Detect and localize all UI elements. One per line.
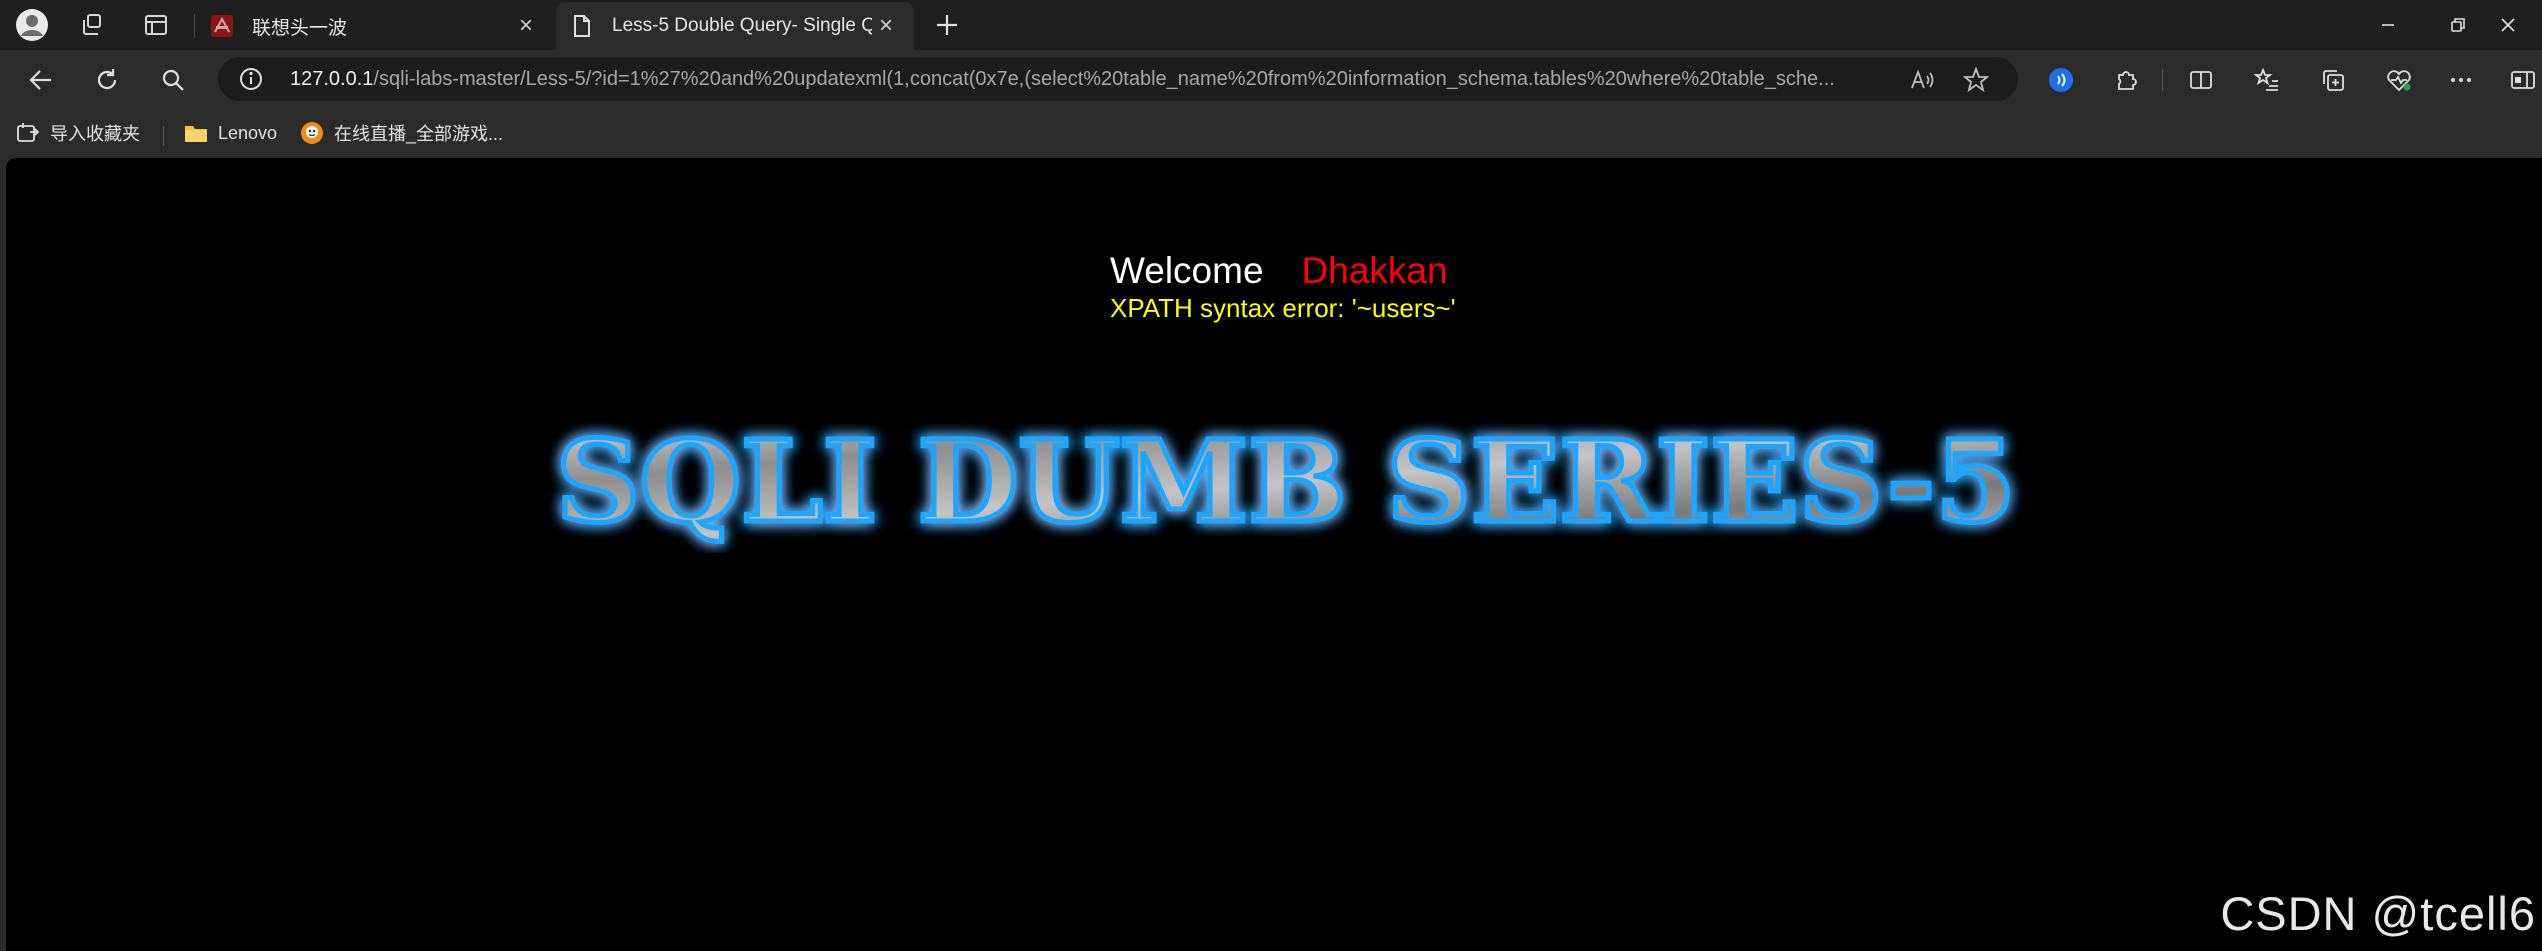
bookmark-label: 导入收藏夹 [50,124,140,144]
bookmark-lenovo[interactable]: Lenovo [184,118,277,148]
live-stream-site-icon [301,122,323,144]
puzzle-icon [2118,71,2137,90]
split-screen-icon [2190,71,2212,89]
plus-icon [937,15,957,35]
minimize-icon [2382,24,2394,26]
back-arrow-icon [29,70,51,90]
bookmark-import-favorites[interactable]: 导入收藏夹 [16,118,140,148]
sidebar-button[interactable] [2502,59,2542,101]
tab-actions-icon [145,15,167,35]
site-favicon-icon [211,15,233,37]
new-tab-button[interactable] [925,6,969,44]
extensions-button[interactable] [2106,59,2148,101]
profile-icon [16,9,48,41]
url-path: /sqli-labs-master/Less-5/?id=1%27%20and%… [373,68,1835,90]
toolbar-separator [2162,69,2163,91]
welcome-line: Welcome Dhakkan [1110,250,1448,292]
close-icon [2501,18,2515,32]
close-window-button[interactable] [2474,0,2542,50]
tab-lenovo[interactable]: 联想头一波 × [196,2,554,50]
sqli-dumb-series-logo: SQLI DUMB SERIES-5 [554,415,2019,551]
favorites-button[interactable] [2246,59,2288,101]
folder-icon [185,126,207,142]
collections-icon [2323,70,2344,91]
profile-button[interactable] [10,6,54,44]
navigation-bar: 127.0.0.1/sqli-labs-master/Less-5/?id=1%… [0,50,2542,108]
favorite-button[interactable] [1962,66,1990,94]
minimize-button[interactable] [2354,0,2422,50]
bookmarks-bar: 导入收藏夹 Lenovo 在线直播_全部游戏... [0,108,2542,158]
vertical-tabs-button[interactable] [134,6,178,44]
collections-button[interactable] [2312,59,2354,101]
star-icon [1963,67,1989,93]
tab-title: Less-5 Double Query- Single Quo [612,15,872,36]
more-icon [2451,78,2471,82]
browser-essentials-button[interactable] [2378,59,2420,101]
tab-close-icon[interactable]: × [872,12,900,40]
bookmark-label: 在线直播_全部游戏... [334,124,504,144]
tab-separator [194,14,195,38]
sidebar-icon [2511,71,2535,89]
address-bar[interactable]: 127.0.0.1/sqli-labs-master/Less-5/?id=1%… [218,57,2018,101]
read-aloud-button[interactable] [1908,66,1936,94]
page-content: Welcome Dhakkan XPATH syntax error: '~use… [6,158,2542,951]
tab-close-icon[interactable]: × [512,12,540,40]
search-button[interactable] [152,59,194,101]
workspaces-button[interactable] [70,6,114,44]
refresh-button[interactable] [86,59,128,101]
heart-pulse-icon [2387,70,2411,92]
bookmark-live-games[interactable]: 在线直播_全部游戏... [300,118,503,148]
tab-less-5[interactable]: Less-5 Double Query- Single Quo × [556,2,914,50]
logo-text: SQLI DUMB SERIES-5 [556,417,2016,548]
page-icon [574,15,590,37]
audio-extension-icon [2049,68,2073,92]
workspaces-icon [83,14,101,35]
favorites-list-icon [2254,67,2278,91]
restore-icon [2451,18,2465,32]
back-button[interactable] [20,59,62,101]
refresh-icon [97,69,117,90]
browser-chrome: 联想头一波 × Less-5 Double Query- Single Quo … [0,0,2542,158]
site-info-icon[interactable] [238,66,264,92]
search-icon [162,69,184,91]
split-screen-button[interactable] [2180,59,2222,101]
read-aloud-icon [1911,69,1934,89]
xpath-error-message: XPATH syntax error: '~users~' [1110,293,1456,323]
tab-title: 联想头一波 [252,17,348,39]
welcome-text: Welcome [1110,250,1264,291]
settings-menu-button[interactable] [2440,59,2482,101]
import-favorites-icon [17,123,40,142]
user-name: Dhakkan [1301,250,1448,291]
tab-strip: 联想头一波 × Less-5 Double Query- Single Quo … [0,0,2542,50]
extension-button[interactable] [2040,59,2082,101]
csdn-watermark: CSDN @tcell6 [2220,887,2536,940]
url-text[interactable]: 127.0.0.1/sqli-labs-master/Less-5/?id=1%… [290,68,1870,92]
url-host: 127.0.0.1 [290,68,374,90]
bookmark-separator [163,126,164,146]
bookmark-label: Lenovo [218,122,278,143]
